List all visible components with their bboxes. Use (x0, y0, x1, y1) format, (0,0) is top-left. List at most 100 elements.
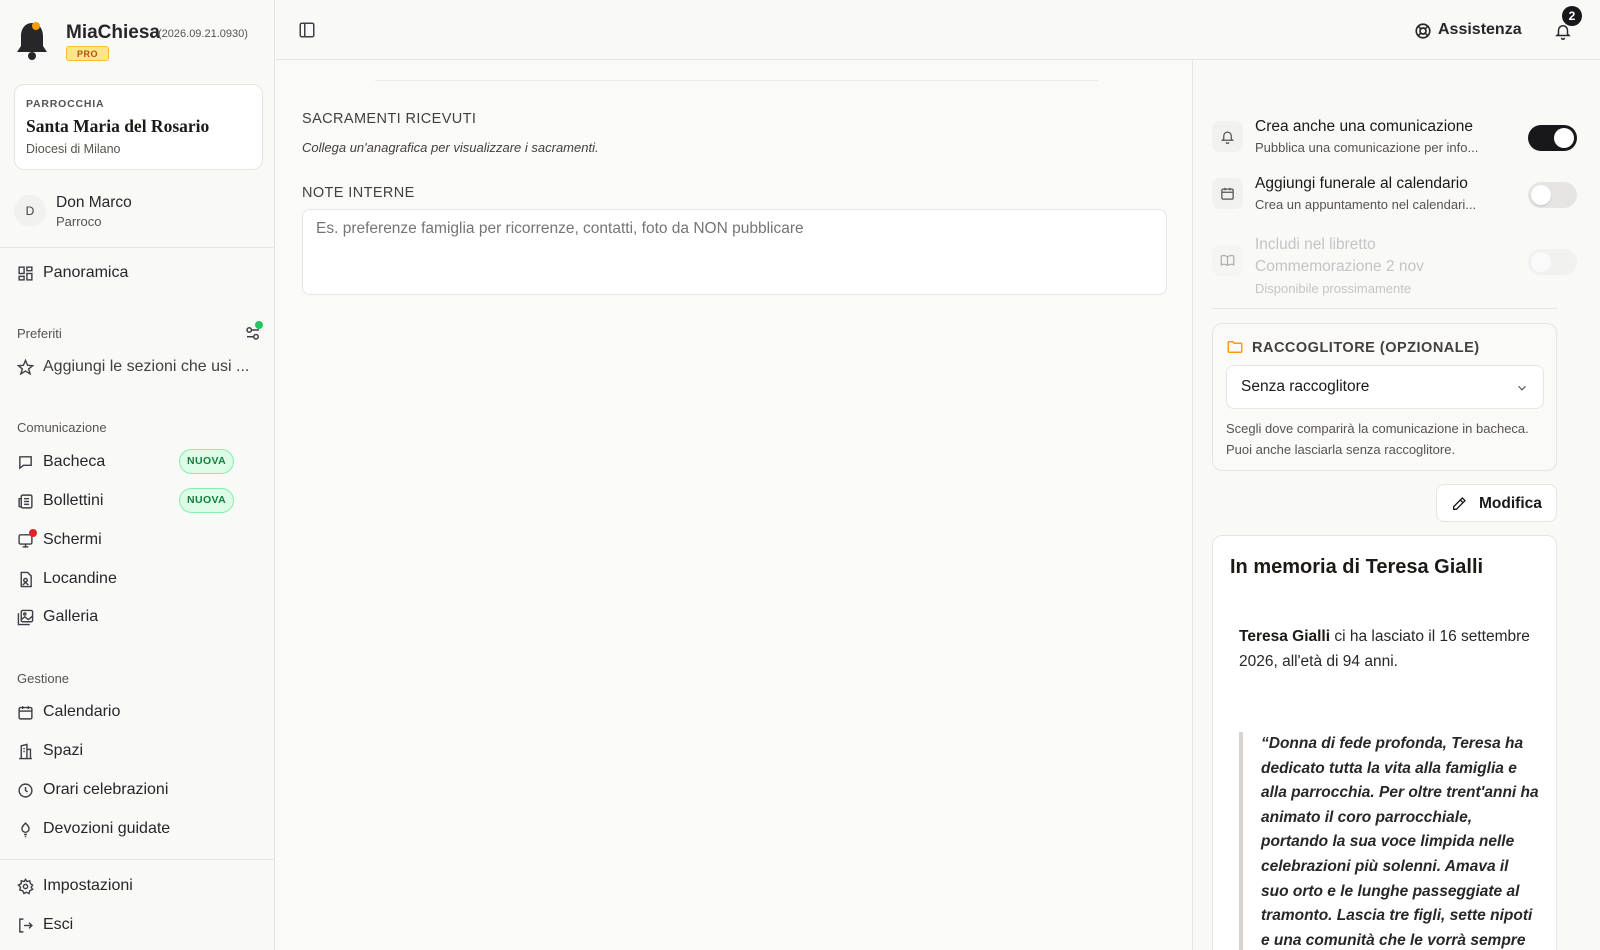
folder-title: RACCOGLITORE (OPZIONALE) (1252, 340, 1480, 356)
toggle-knob (1531, 252, 1551, 272)
notification-dot (29, 529, 37, 537)
notification-count-badge: 2 (1562, 6, 1582, 26)
option-title: Aggiungi funerale al calendario (1255, 175, 1468, 192)
add-to-calendar-toggle[interactable] (1528, 182, 1577, 208)
sidebar-item-galleria[interactable]: Galleria (17, 602, 257, 632)
sidebar-item-locandine[interactable]: Locandine (17, 564, 257, 594)
folder-select-value: Senza raccoglitore (1241, 378, 1370, 395)
folder-help-text: Scegli dove comparirà la comunicazione i… (1226, 421, 1529, 457)
option-title: Includi nel libretto (1255, 236, 1376, 253)
divider (1212, 308, 1557, 309)
folder-select[interactable]: Senza raccoglitore (1226, 365, 1544, 409)
gallery-icon (17, 609, 34, 626)
sidebar-item-label: Bacheca (43, 453, 106, 470)
sidebar-item-label: Esci (43, 916, 74, 933)
new-badge: NUOVA (179, 449, 235, 474)
sidebar-item-label: Devozioni guidate (43, 820, 171, 837)
book-icon (1220, 254, 1235, 267)
lifebuoy-icon (1414, 22, 1432, 40)
deceased-name: Teresa Gialli (1239, 628, 1331, 645)
sidebar-item-label: Galleria (43, 608, 99, 625)
app-version: (2026.09.21.0930) (158, 28, 248, 40)
divider (375, 80, 1098, 81)
communication-preview: In memoria di Teresa Gialli Teresa Giall… (1212, 535, 1557, 950)
sidebar-item-label: Impostazioni (43, 877, 133, 894)
toggle-knob (1531, 185, 1551, 205)
sidebar-item-spazi[interactable]: Spazi (17, 736, 257, 766)
sidebar-item-esci[interactable]: Esci (17, 910, 257, 940)
parish-label: PARROCCHIA (26, 98, 105, 110)
sacraments-title: SACRAMENTI RICEVUTI (302, 111, 477, 127)
newspaper-icon (17, 493, 34, 510)
top-bar: Assistenza 2 (276, 0, 1600, 60)
user-name: Don Marco (56, 194, 132, 211)
app-name: MiaChiesa (66, 22, 160, 43)
star-icon (17, 359, 34, 376)
internal-notes-field[interactable] (302, 209, 1167, 295)
help-label: Assistenza (1438, 21, 1522, 38)
new-badge: NUOVA (179, 488, 235, 513)
calendar-icon (17, 704, 34, 721)
communication-section-title: Comunicazione (17, 420, 107, 435)
sidebar-item-orari-celebrazioni[interactable]: Orari celebrazioni (17, 775, 257, 805)
sidebar-item-bacheca[interactable]: Bacheca NUOVA (17, 447, 257, 477)
bell-icon (1220, 131, 1235, 144)
option-icon-box (1212, 245, 1243, 276)
plan-badge: PRO (66, 46, 110, 61)
building-icon (17, 743, 34, 760)
notifications-button[interactable]: 2 (1554, 6, 1584, 46)
sidebar-item-label: Calendario (43, 703, 121, 720)
option-icon-box (1212, 121, 1243, 152)
folder-icon (1227, 341, 1243, 353)
sidebar-item-schermi[interactable]: Schermi (17, 525, 257, 555)
edit-label: Modifica (1479, 495, 1542, 512)
option-subtitle: Crea un appuntamento nel calendari... (1255, 197, 1477, 212)
sidebar-item-calendario[interactable]: Calendario (17, 697, 257, 727)
options-panel: Crea anche una comunicazione Pubblica un… (1192, 60, 1600, 950)
parish-card[interactable]: PARROCCHIA Santa Maria del Rosario Dioce… (14, 84, 263, 170)
option-subtitle: Pubblica una comunicazione per info... (1255, 140, 1479, 155)
option-title-line2: Commemorazione 2 nov (1255, 258, 1424, 275)
sacraments-hint: Collega un'anagrafica per visualizzare i… (302, 140, 599, 155)
divider (0, 247, 275, 248)
divider (0, 859, 275, 860)
bell-logo-icon (14, 20, 50, 62)
user-profile[interactable]: D Don Marco Parroco (14, 192, 264, 232)
create-communication-toggle[interactable] (1528, 125, 1577, 151)
option-title: Crea anche una comunicazione (1255, 118, 1473, 135)
option-subtitle: Disponibile prossimamente (1255, 281, 1412, 296)
sidebar-toggle-icon[interactable] (298, 21, 316, 39)
candle-icon (17, 821, 34, 838)
sidebar-item-bollettini[interactable]: Bollettini NUOVA (17, 486, 257, 516)
dashboard-icon (17, 265, 34, 282)
management-section-title: Gestione (17, 671, 70, 686)
sidebar: MiaChiesa (2026.09.21.0930) PRO PARROCCH… (0, 0, 275, 950)
include-booklet-toggle (1528, 249, 1577, 275)
favorites-section-title: Preferiti (17, 326, 62, 341)
favorites-placeholder[interactable]: Aggiungi le sezioni che usi ... (17, 352, 257, 382)
sidebar-item-label: Locandine (43, 570, 117, 587)
option-icon-box (1212, 178, 1243, 209)
sidebar-item-panoramica[interactable]: Panoramica (17, 258, 257, 288)
edit-button[interactable]: Modifica (1436, 484, 1557, 522)
preview-title: In memoria di Teresa Gialli (1230, 556, 1484, 578)
brand[interactable]: MiaChiesa (2026.09.21.0930) PRO (14, 18, 264, 66)
sidebar-item-label: Orari celebrazioni (43, 781, 169, 798)
folder-card: RACCOGLITORE (OPZIONALE) Senza raccoglit… (1212, 323, 1557, 471)
sidebar-item-label: Spazi (43, 742, 84, 759)
sidebar-item-label: Schermi (43, 531, 102, 548)
sidebar-item-impostazioni[interactable]: Impostazioni (17, 871, 257, 901)
gear-icon (17, 878, 34, 895)
poster-icon (17, 571, 34, 588)
avatar: D (14, 195, 46, 227)
sidebar-item-label: Bollettini (43, 492, 104, 509)
status-dot (255, 321, 263, 329)
toggle-knob (1554, 128, 1574, 148)
customize-favorites-icon[interactable] (244, 321, 264, 342)
logout-icon (17, 917, 34, 934)
user-role: Parroco (56, 214, 102, 229)
favorites-placeholder-label: Aggiungi le sezioni che usi ... (43, 358, 250, 375)
sidebar-item-label: Panoramica (43, 264, 129, 281)
sidebar-item-devozioni-guidate[interactable]: Devozioni guidate (17, 814, 257, 844)
internal-notes-title: NOTE INTERNE (302, 185, 415, 201)
